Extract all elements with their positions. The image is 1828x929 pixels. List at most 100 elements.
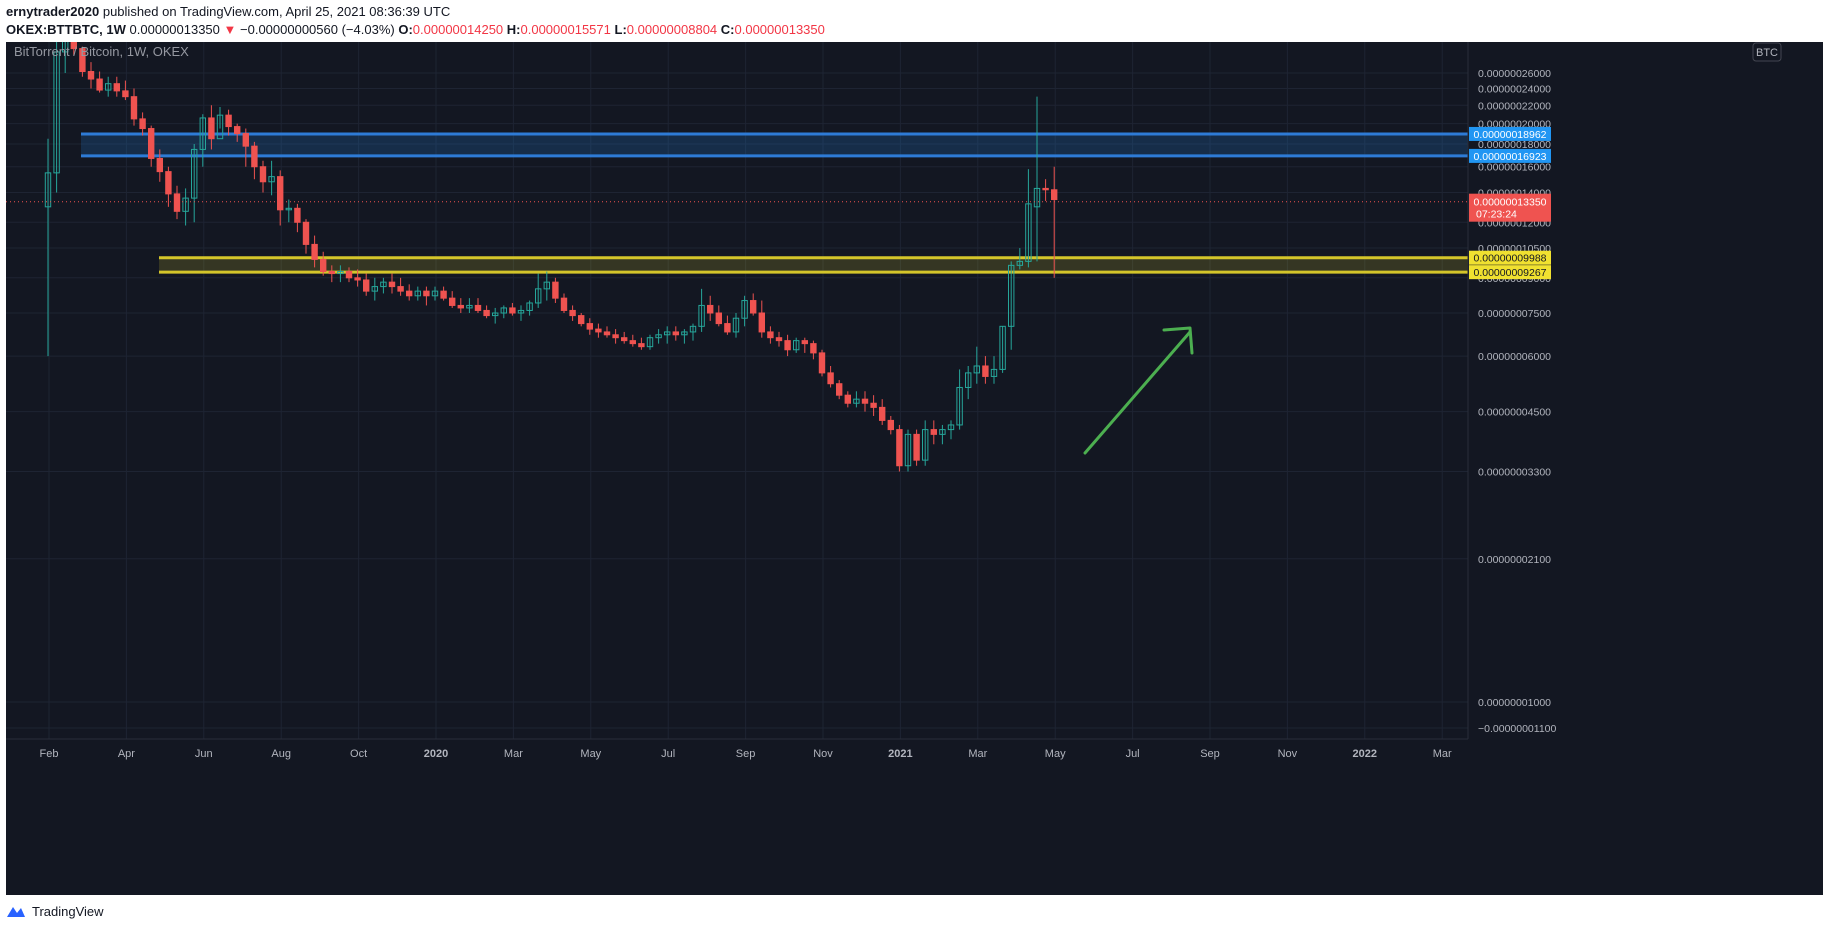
candle-body (397, 286, 404, 292)
open-value: 0.00000014250 (412, 22, 504, 37)
y-tick-label: 0.00000001000 (1478, 697, 1551, 709)
trend-arrow[interactable] (1083, 330, 1192, 455)
candle-body (836, 383, 843, 396)
y-tick-label: 0.00000007500 (1478, 308, 1551, 320)
candle-body (844, 394, 851, 404)
candle-body (603, 331, 611, 336)
zone-price-label: 0.00000016923 (1474, 151, 1547, 163)
candle-body (122, 90, 129, 98)
candle-body (629, 340, 636, 345)
candle-body (388, 281, 396, 288)
candle-body (707, 304, 714, 314)
last-price: 0.00000013350 (129, 22, 220, 37)
footer: TradingView (6, 900, 104, 922)
x-tick-label: Oct (350, 748, 367, 760)
candle-body (913, 433, 920, 461)
candle-body (320, 258, 327, 272)
candle-body (672, 331, 679, 336)
candle-body (483, 309, 490, 317)
candle-body (345, 270, 353, 279)
candle-body (775, 337, 783, 342)
candle-body (1051, 189, 1058, 201)
x-tick-label: May (580, 748, 601, 760)
candle-body (234, 126, 241, 135)
candle-body (130, 96, 138, 120)
currency-badge: BTC (1752, 42, 1782, 62)
x-tick-label: Nov (1278, 748, 1298, 760)
low-value: 0.00000008804 (626, 22, 718, 37)
author-name[interactable]: ernytrader2020 (6, 4, 99, 19)
zone-price-label: 0.00000009267 (1474, 267, 1547, 279)
candle-body (801, 340, 808, 345)
currency-badge-label: BTC (1756, 47, 1778, 59)
close-label: C: (720, 22, 735, 37)
candle-body (638, 343, 645, 348)
candle-body (1042, 187, 1049, 191)
candle-body (113, 83, 120, 92)
chart-title: BitTorrent / Bitcoin, 1W, OKEX (14, 44, 189, 59)
candle-body (896, 429, 903, 467)
candle-body (586, 323, 593, 330)
close-value: 0.00000013350 (734, 22, 825, 37)
candle-body (311, 243, 318, 260)
high-value: 0.00000015571 (520, 22, 611, 37)
candle-body (208, 117, 215, 140)
price-axis[interactable]: 0.00000026000 0.00000024000 0.00000022000 0… (1467, 42, 1557, 739)
x-tick-label: Mar (1433, 748, 1452, 760)
zone-price-label: 0.00000018962 (1474, 129, 1547, 141)
countdown-label: 07:23:24 (1476, 209, 1517, 221)
x-tick-label: Sep (1200, 748, 1220, 760)
x-tick-label: Jun (195, 748, 213, 760)
candle-body (457, 304, 465, 309)
candle-body (156, 157, 164, 173)
candle-body (440, 290, 447, 299)
resistance-zone[interactable] (81, 133, 1468, 156)
price-chart[interactable]: 0.00000026000 0.00000024000 0.00000022000 0… (6, 21, 1823, 895)
candle-body (879, 406, 886, 421)
x-tick-label: 2020 (424, 748, 448, 760)
candle-body (569, 309, 576, 317)
low-label: L: (614, 22, 627, 37)
tradingview-logo-icon (7, 907, 25, 917)
y-tick-label: 0.00000026000 (1478, 68, 1551, 80)
candle-body (758, 312, 765, 333)
x-tick-label: Jul (661, 748, 675, 760)
time-axis[interactable]: Feb Apr Jun Aug Oct 2020 Mar May Jul Sep Nov 2021 Ma… (6, 738, 1468, 760)
y-tick-label: 0.00000016000 (1478, 162, 1551, 174)
candle-body (302, 221, 310, 245)
change-down-icon: ▼ (223, 22, 237, 37)
candle-body (474, 304, 482, 311)
published-text: published on TradingView.com, April 25, … (99, 4, 451, 19)
x-tick-label: Aug (271, 748, 291, 760)
open-label: O: (398, 22, 413, 37)
overlay (6, 201, 1468, 455)
x-tick-label: May (1045, 748, 1066, 760)
candle-body (148, 128, 155, 159)
candle-body (784, 340, 791, 351)
y-tick-label: 0.00000002100 (1478, 554, 1551, 566)
candle-body (724, 323, 731, 333)
support-zone[interactable] (159, 257, 1468, 273)
candle-body (810, 343, 817, 354)
candle-body (560, 297, 568, 311)
candle-body (578, 315, 585, 325)
chart-panel[interactable]: 0.00000026000 0.00000024000 0.00000022000 0… (6, 21, 1823, 895)
candle-body (887, 419, 894, 431)
candle-body (225, 114, 232, 128)
candle-body (277, 176, 284, 211)
candle-body (750, 300, 757, 314)
candle-body (767, 331, 774, 339)
x-tick-label: Sep (736, 748, 756, 760)
y-tick-label: −0.00000001100 (1478, 723, 1557, 735)
candle-body (930, 429, 937, 435)
ohlc-bar: OKEX:BTTBTC, 1W 0.00000013350 ▼ −0.00000… (6, 22, 825, 38)
candle-body (139, 118, 146, 130)
x-tick-label: Apr (118, 748, 135, 760)
x-tick-label: 2021 (888, 748, 912, 760)
x-tick-label: Mar (504, 748, 523, 760)
candle-body (827, 372, 834, 385)
y-tick-label: 0.00000024000 (1478, 83, 1551, 95)
y-tick-label: 0.00000006000 (1478, 351, 1551, 363)
candle-body (982, 365, 989, 377)
candle-body (870, 402, 877, 408)
